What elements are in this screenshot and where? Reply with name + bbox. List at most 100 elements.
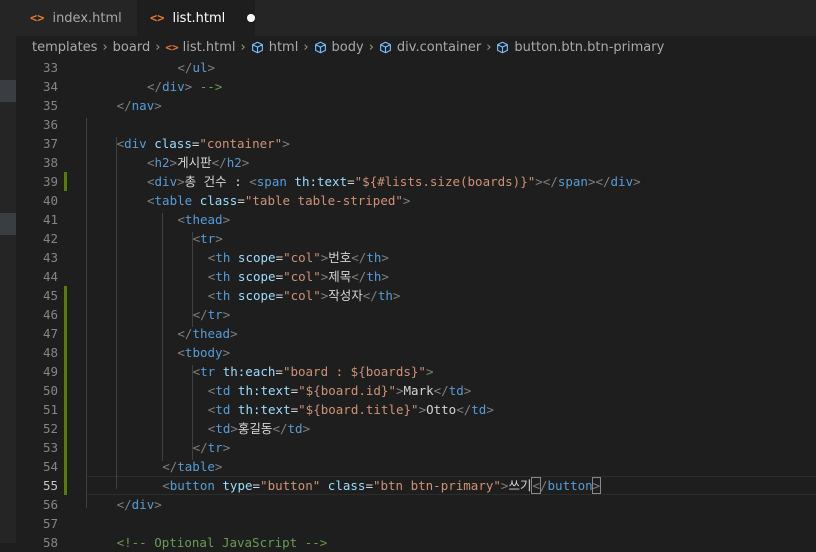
code-token: > <box>633 174 641 189</box>
code-line[interactable]: 54 </table> <box>16 457 816 476</box>
code-token: > <box>486 402 494 417</box>
code-line[interactable]: 45 <th scope="col">작성자</th> <box>16 286 816 305</box>
code-line[interactable]: 33 </ul> <box>16 58 816 77</box>
code-line[interactable]: 42 <tr> <box>16 229 816 248</box>
code-token: = <box>275 288 284 303</box>
code-token: "col" <box>283 288 321 303</box>
code-token: < <box>147 193 155 208</box>
code-line[interactable]: 40 <table class="table table-striped"> <box>16 191 816 210</box>
code-text: </tr> <box>193 305 231 324</box>
code-line[interactable]: 34 </div> --> <box>16 77 816 96</box>
code-line[interactable]: 41 <thead> <box>16 210 816 229</box>
line-number: 46 <box>42 307 58 322</box>
code-line[interactable]: 44 <th scope="col">제목</th> <box>16 267 816 286</box>
code-token: </ <box>192 307 208 322</box>
code-token: > <box>230 326 238 341</box>
code-token: th:each <box>222 364 276 379</box>
code-line[interactable]: 57 <box>16 514 816 533</box>
code-text: </div> <box>117 495 162 514</box>
breadcrumb-item[interactable]: html <box>269 40 299 55</box>
code-text: </div> --> <box>147 77 222 96</box>
breadcrumb-item[interactable]: templates <box>32 40 97 55</box>
code-line[interactable]: 37 <div class="container"> <box>16 134 816 153</box>
code-editor[interactable]: 33 </ul> 34 </div> --> 35 </nav> 36 37 <div clas… <box>16 58 816 550</box>
html-file-icon: <> <box>165 40 179 54</box>
code-token: = <box>252 478 261 493</box>
code-token: th:text <box>237 383 291 398</box>
line-number: 33 <box>42 60 58 75</box>
code-line[interactable]: 48 <tbody> <box>16 343 816 362</box>
breadcrumb-item[interactable]: button.btn.btn-primary <box>514 40 664 55</box>
code-token: > <box>381 269 389 284</box>
code-token: > <box>282 136 290 151</box>
breadcrumb-item[interactable]: body <box>332 40 364 55</box>
code-token: tr <box>200 231 216 246</box>
breadcrumb-item[interactable]: div.container <box>397 40 481 55</box>
code-line[interactable]: 47 </thead> <box>16 324 816 343</box>
code-token: 게시판 <box>177 155 212 170</box>
code-token: > <box>392 288 401 303</box>
line-number: 53 <box>42 440 58 455</box>
code-line[interactable]: 49 <tr th:each="board : ${boards}"> <box>16 362 816 381</box>
code-token: < <box>116 136 125 151</box>
code-token: h2 <box>226 155 242 170</box>
code-line[interactable]: 36 <box>16 115 816 134</box>
code-line[interactable]: 56 </div> <box>16 495 816 514</box>
tab-label: list.html <box>172 10 226 26</box>
code-token: = <box>347 174 355 189</box>
code-line[interactable]: 43 <th scope="col">번호</th> <box>16 248 816 267</box>
code-line[interactable]: 51 <td th:text="${board.title}">Otto</td> <box>16 400 816 419</box>
code-line[interactable]: 46 </tr> <box>16 305 816 324</box>
code-token: = <box>237 193 245 208</box>
chevron-right-icon: › <box>486 39 492 55</box>
tab-index-html[interactable]: <> index.html <box>16 0 134 36</box>
code-line[interactable]: 55 <button type="button" class="btn btn-p… <box>16 476 816 495</box>
line-number: 41 <box>42 212 58 227</box>
code-token: / <box>539 478 548 493</box>
code-token: > <box>402 193 411 208</box>
matched-bracket: > <box>591 477 602 494</box>
breadcrumb-item[interactable]: list.html <box>183 40 236 55</box>
symbol-element-icon <box>379 41 391 53</box>
breadcrumb: templates › board › <> list.html › html … <box>16 36 816 58</box>
code-token: > <box>177 174 185 189</box>
code-token: span <box>557 174 588 189</box>
code-token: Mark <box>403 383 434 398</box>
code-token: span <box>256 174 287 189</box>
code-token: tbody <box>184 345 223 360</box>
code-line[interactable]: 38 <h2>게시판</h2> <box>16 153 816 172</box>
tab-label: index.html <box>52 10 122 26</box>
code-text: <th scope="col">작성자</th> <box>208 286 401 305</box>
code-token: > <box>154 98 162 113</box>
code-token: h2 <box>154 155 170 170</box>
code-line[interactable]: 39 <div>총 건수 : <span th:text="${#lists.si… <box>16 172 816 191</box>
line-number: 36 <box>42 117 58 132</box>
code-token: td <box>215 421 231 436</box>
unsaved-dot-icon[interactable] <box>247 14 255 22</box>
code-token: > <box>222 440 231 455</box>
line-number: 35 <box>42 98 58 113</box>
code-token: 작성자 <box>328 288 363 303</box>
code-text: <button type="button" class="btn btn-pri… <box>162 476 602 495</box>
code-text: </nav> <box>117 96 162 115</box>
code-line[interactable]: 52 <td>홍길동</td> <box>16 419 816 438</box>
code-token: > <box>381 250 389 265</box>
chevron-right-icon: › <box>102 39 108 55</box>
code-token: = <box>365 478 373 493</box>
code-token: scope <box>237 288 276 303</box>
code-line[interactable]: 53 </tr> <box>16 438 816 457</box>
gutter-marker <box>0 213 16 235</box>
code-token: </ <box>362 288 378 303</box>
code-text: <td th:text="${board.id}">Mark</td> <box>208 381 471 400</box>
line-number: 48 <box>42 345 58 360</box>
code-line[interactable]: 35 </nav> <box>16 96 816 115</box>
html-file-icon: <> <box>30 11 45 25</box>
code-token: </ <box>433 383 449 398</box>
tab-list-html[interactable]: <> list.html <box>137 0 255 36</box>
breadcrumb-item[interactable]: board <box>113 40 151 55</box>
code-line[interactable]: 50 <td th:text="${board.id}">Mark</td> <box>16 381 816 400</box>
code-token: "col" <box>283 269 321 284</box>
html-file-icon: <> <box>150 11 165 25</box>
